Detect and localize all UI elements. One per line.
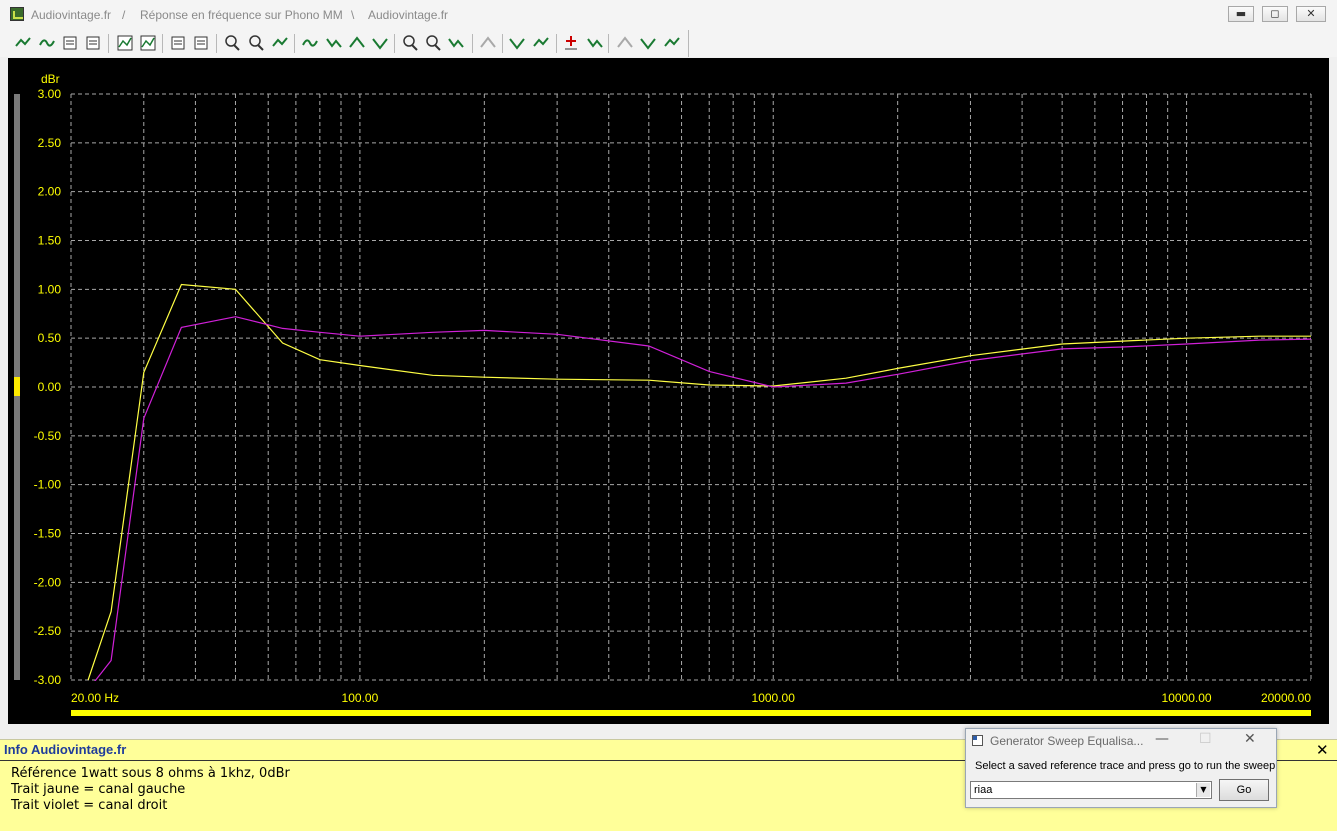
y-scroll-thumb[interactable] bbox=[14, 377, 20, 396]
info-line: Trait violet = canal droit bbox=[11, 798, 168, 813]
reference-trace-select[interactable]: riaa ▼ bbox=[970, 781, 1212, 799]
x-scroll-bar[interactable] bbox=[71, 710, 1311, 716]
series-line-2 bbox=[94, 316, 1311, 681]
generator-sweep-dialog: Generator Sweep Equalisa... — ☐ ✕ Select… bbox=[965, 728, 1277, 808]
x-tick-label: 20.00 Hz bbox=[71, 691, 119, 705]
x-tick-label: 20000.00 bbox=[1261, 691, 1311, 705]
chart-grid bbox=[70, 93, 1312, 681]
info-panel-close-icon[interactable]: ✕ bbox=[1316, 741, 1329, 759]
x-tick-label: 1000.00 bbox=[752, 691, 796, 705]
y-tick-label: -1.00 bbox=[34, 478, 62, 492]
x-tick-label: 10000.00 bbox=[1162, 691, 1212, 705]
chart-series bbox=[87, 283, 1311, 681]
y-tick-label: -3.00 bbox=[34, 673, 62, 687]
series-line-1 bbox=[87, 283, 1311, 681]
y-tick-label: -2.00 bbox=[34, 575, 62, 589]
y-tick-label: -2.50 bbox=[34, 624, 62, 638]
y-axis-label: dBr bbox=[41, 72, 60, 86]
y-tick-label: 2.00 bbox=[38, 185, 62, 199]
chevron-down-icon[interactable]: ▼ bbox=[1196, 783, 1210, 797]
go-button[interactable]: Go bbox=[1219, 779, 1269, 801]
dialog-minimize-button[interactable]: — bbox=[1155, 731, 1169, 747]
info-line: Trait jaune = canal gauche bbox=[11, 782, 186, 797]
dialog-close-button[interactable]: ✕ bbox=[1244, 731, 1256, 747]
y-tick-label: 1.50 bbox=[38, 234, 62, 248]
frequency-response-chart[interactable]: 3.00 2.50 2.00 1.50 1.00 0.50 0.00 -0.50 -1.00 -1… bbox=[0, 0, 1337, 730]
dialog-app-icon bbox=[972, 735, 983, 746]
y-tick-label: 1.00 bbox=[38, 282, 62, 296]
info-panel-title: Info Audiovintage.fr bbox=[4, 742, 127, 757]
y-tick-label: 3.00 bbox=[38, 87, 62, 101]
reference-trace-value: riaa bbox=[974, 784, 993, 796]
dialog-title: Generator Sweep Equalisa... bbox=[990, 734, 1144, 748]
y-tick-label: 0.00 bbox=[38, 380, 62, 394]
info-line: Référence 1watt sous 8 ohms à 1khz, 0dBr bbox=[11, 766, 290, 781]
y-tick-label: -0.50 bbox=[34, 429, 62, 443]
y-tick-label: -1.50 bbox=[34, 527, 62, 541]
dialog-maximize-button: ☐ bbox=[1199, 731, 1212, 747]
dialog-prompt: Select a saved reference trace and press… bbox=[975, 760, 1276, 772]
x-axis: 20.00 Hz 100.00 1000.00 10000.00 20000.00 bbox=[71, 691, 1311, 705]
y-axis: 3.00 2.50 2.00 1.50 1.00 0.50 0.00 -0.50 -1.00 -1… bbox=[34, 72, 62, 687]
x-tick-label: 100.00 bbox=[342, 691, 379, 705]
y-tick-label: 2.50 bbox=[38, 136, 62, 150]
y-tick-label: 0.50 bbox=[38, 331, 62, 345]
